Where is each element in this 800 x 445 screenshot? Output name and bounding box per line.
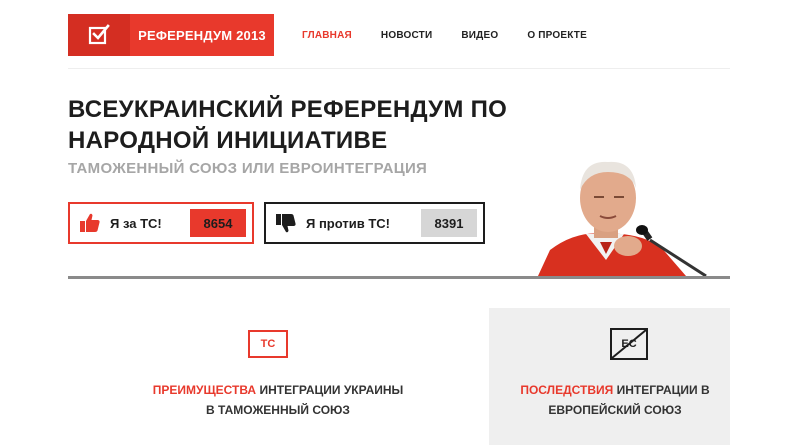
thumbs-down-icon (266, 213, 306, 233)
es-consequences-section[interactable]: ЕС ПОСЛЕДСТВИЯ ИНТЕГРАЦИИ В ЕВРОПЕЙСКИЙ … (489, 308, 730, 445)
es-consequences-text: ПОСЛЕДСТВИЯ ИНТЕГРАЦИИ В ЕВРОПЕЙСКИЙ СОЮ… (489, 380, 730, 420)
nav-item-about[interactable]: О ПРОЕКТЕ (527, 30, 587, 41)
checkbox-icon (68, 14, 130, 56)
page-subtitle: ТАМОЖЕННЫЙ СОЮЗ ИЛИ ЕВРОИНТЕГРАЦИЯ (68, 160, 428, 177)
vote-for-count: 8654 (190, 209, 246, 237)
logo-text: РЕФЕРЕНДУМ 2013 (138, 27, 266, 43)
site-header: РЕФЕРЕНДУМ 2013 ГЛАВНАЯ НОВОСТИ ВИДЕО О … (68, 14, 730, 56)
vote-for-button[interactable]: Я за ТС! 8654 (68, 202, 254, 244)
ts-benefits-line1: ИНТЕГРАЦИИ УКРАИНЫ (256, 383, 404, 397)
es-consequences-line2: ЕВРОПЕЙСКИЙ СОЮЗ (548, 403, 682, 417)
site-logo[interactable]: РЕФЕРЕНДУМ 2013 (68, 14, 274, 56)
vote-for-label: Я за ТС! (110, 215, 162, 231)
es-consequences-line1: ИНТЕГРАЦИИ В (613, 383, 710, 397)
ts-benefits-section[interactable]: ТС ПРЕИМУЩЕСТВА ИНТЕГРАЦИИ УКРАИНЫ В ТАМ… (68, 308, 488, 445)
es-crossed-badge: ЕС (610, 328, 648, 360)
es-consequences-highlight[interactable]: ПОСЛЕДСТВИЯ (520, 383, 613, 397)
vote-against-button[interactable]: Я против ТС! 8391 (264, 202, 485, 244)
nav-item-home[interactable]: ГЛАВНАЯ (302, 30, 352, 41)
ts-benefits-highlight[interactable]: ПРЕИМУЩЕСТВА (153, 383, 256, 397)
ts-benefits-line2: В ТАМОЖЕННЫЙ СОЮЗ (206, 403, 350, 417)
ts-benefits-text: ПРЕИМУЩЕСТВА ИНТЕГРАЦИИ УКРАИНЫ В ТАМОЖЕ… (68, 380, 488, 420)
nav-item-news[interactable]: НОВОСТИ (381, 30, 432, 41)
header-divider (68, 68, 730, 69)
thumbs-up-icon (70, 213, 110, 233)
ts-badge: ТС (248, 330, 288, 358)
main-nav: ГЛАВНАЯ НОВОСТИ ВИДЕО О ПРОЕКТЕ (302, 14, 616, 56)
hero-divider (68, 276, 730, 279)
speaker-photo (536, 150, 730, 276)
vote-against-count: 8391 (421, 209, 477, 237)
nav-item-video[interactable]: ВИДЕО (461, 30, 498, 41)
page-title: ВСЕУКРАИНСКИЙ РЕФЕРЕНДУМ ПО НАРОДНОЙ ИНИ… (68, 96, 508, 154)
vote-against-label: Я против ТС! (306, 215, 390, 231)
